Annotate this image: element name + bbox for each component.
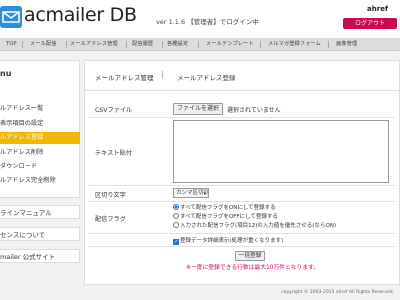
- nav-item-history[interactable]: 配信履歴: [132, 38, 153, 51]
- nav-item-address-manage[interactable]: メールアドレス管理: [70, 38, 118, 51]
- nav-divider: [162, 41, 163, 48]
- text-paste-label: テキスト貼付: [95, 150, 132, 157]
- flag-option-input-priority[interactable]: 入力された配信フラグ(項目12)の入力値を優先させる(ならON): [173, 222, 336, 230]
- row-divider: [89, 201, 395, 202]
- nav-item-template[interactable]: メールテンプレート: [206, 38, 254, 51]
- sidebar-title: nu: [0, 69, 12, 78]
- sidebar-item-display-settings[interactable]: 表示項目の設定: [0, 118, 80, 130]
- detail-display-label: 登録データ詳細表示(処理が重くなります): [180, 238, 284, 244]
- breadcrumb-item-address-register: メールアドレス登録: [177, 74, 236, 82]
- nav-item-mail-send[interactable]: メール配信: [30, 38, 57, 51]
- limit-note: ※一度に登録できる行数は最大10万件となります。: [186, 265, 320, 271]
- main-nav: TOP メール配信 メールアドレス管理 配信履歴 各種設定 メールテンプレート …: [0, 38, 400, 51]
- sidebar-menu: nu ルアドレス一覧 表示項目の設定 ルアドレス登録 ルアドレス削除 ダウンロー…: [0, 60, 80, 198]
- detail-display-checkbox-row[interactable]: ✓ 登録データ詳細表示(処理が重くなります): [173, 236, 283, 245]
- sidebar-link-manual[interactable]: ラインマニュアル: [0, 205, 80, 219]
- sidebar-link-license[interactable]: センスについて: [0, 227, 80, 241]
- nav-divider: [66, 41, 67, 48]
- row-divider: [89, 233, 395, 234]
- radio-icon[interactable]: [173, 213, 179, 219]
- row-divider: [89, 246, 395, 247]
- flag-option-label: すべて配信フラグをONにして登録する: [180, 205, 276, 211]
- logout-button[interactable]: ログアウト: [343, 18, 397, 29]
- flag-option-all-on[interactable]: すべて配信フラグをONにして登録する: [173, 204, 276, 212]
- logo-text: acmailer DB: [24, 4, 137, 26]
- flag-option-label: すべて配信フラグをOFFにして登録する: [180, 214, 278, 220]
- sidebar-link-official-site[interactable]: mailer 公式サイト: [0, 249, 80, 263]
- nav-divider: [328, 41, 329, 48]
- sidebar-item-address-delete[interactable]: ルアドレス削除: [0, 147, 80, 159]
- sidebar-item-download[interactable]: ダウンロード: [0, 161, 80, 173]
- chevron-down-icon: ▾: [203, 191, 206, 197]
- radio-icon[interactable]: [173, 204, 179, 210]
- delimiter-select[interactable]: カンマ区切り ▾: [173, 188, 209, 198]
- version-text: ver 1.1.6 【管理者】でログイン中: [156, 18, 259, 26]
- user-name: ahref: [367, 5, 388, 13]
- breadcrumb-separator-icon: |: [161, 70, 164, 79]
- copyright-text: copyright © 2003-2015 ahref All Rights R…: [281, 290, 394, 295]
- nav-divider: [126, 41, 127, 48]
- checkbox-icon[interactable]: ✓: [173, 239, 179, 245]
- text-paste-textarea[interactable]: [173, 120, 389, 183]
- nav-divider: [22, 41, 23, 48]
- file-select-button[interactable]: ファイルを選択: [173, 103, 223, 115]
- nav-item-images[interactable]: 画像管理: [336, 38, 357, 51]
- nav-item-form[interactable]: メルマガ登録フォーム: [268, 38, 321, 51]
- bulk-register-button[interactable]: 一括登録: [235, 251, 265, 261]
- main-panel: メールアドレス管理 | メールアドレス登録 CSVファイル ファイルを選択 選択…: [84, 60, 400, 285]
- header: acmailer DB ver 1.1.6 【管理者】でログイン中 ahref …: [0, 0, 400, 38]
- logo-icon: [0, 6, 22, 28]
- csv-file-label: CSVファイル: [95, 107, 133, 114]
- row-divider: [89, 185, 395, 186]
- nav-item-top[interactable]: TOP: [6, 38, 17, 51]
- nav-divider: [198, 41, 199, 48]
- logout-label: ログアウト: [354, 20, 385, 27]
- delimiter-label: 区切り文字: [95, 192, 126, 199]
- sidebar-item-full-delete[interactable]: ルアドレス完全削除: [0, 175, 80, 187]
- breadcrumb: メールアドレス管理 | メールアドレス登録: [85, 61, 400, 91]
- flag-option-all-off[interactable]: すべて配信フラグをOFFにして登録する: [173, 213, 278, 221]
- breadcrumb-item-address-manage[interactable]: メールアドレス管理: [95, 72, 154, 82]
- row-divider: [89, 117, 395, 118]
- send-flag-label: 配信フラグ: [95, 216, 126, 223]
- radio-icon[interactable]: [173, 222, 179, 228]
- nav-item-settings[interactable]: 各種設定: [167, 38, 188, 51]
- sidebar-item-address-register[interactable]: ルアドレス登録: [0, 132, 80, 144]
- file-status-text: 選択されていません: [227, 107, 281, 114]
- nav-divider: [260, 41, 261, 48]
- flag-option-label: 入力された配信フラグ(項目12)の入力値を優先させる(ならON): [180, 223, 337, 229]
- footer: copyright © 2003-2015 ahref All Rights R…: [0, 286, 400, 300]
- sidebar-item-address-list[interactable]: ルアドレス一覧: [0, 103, 80, 115]
